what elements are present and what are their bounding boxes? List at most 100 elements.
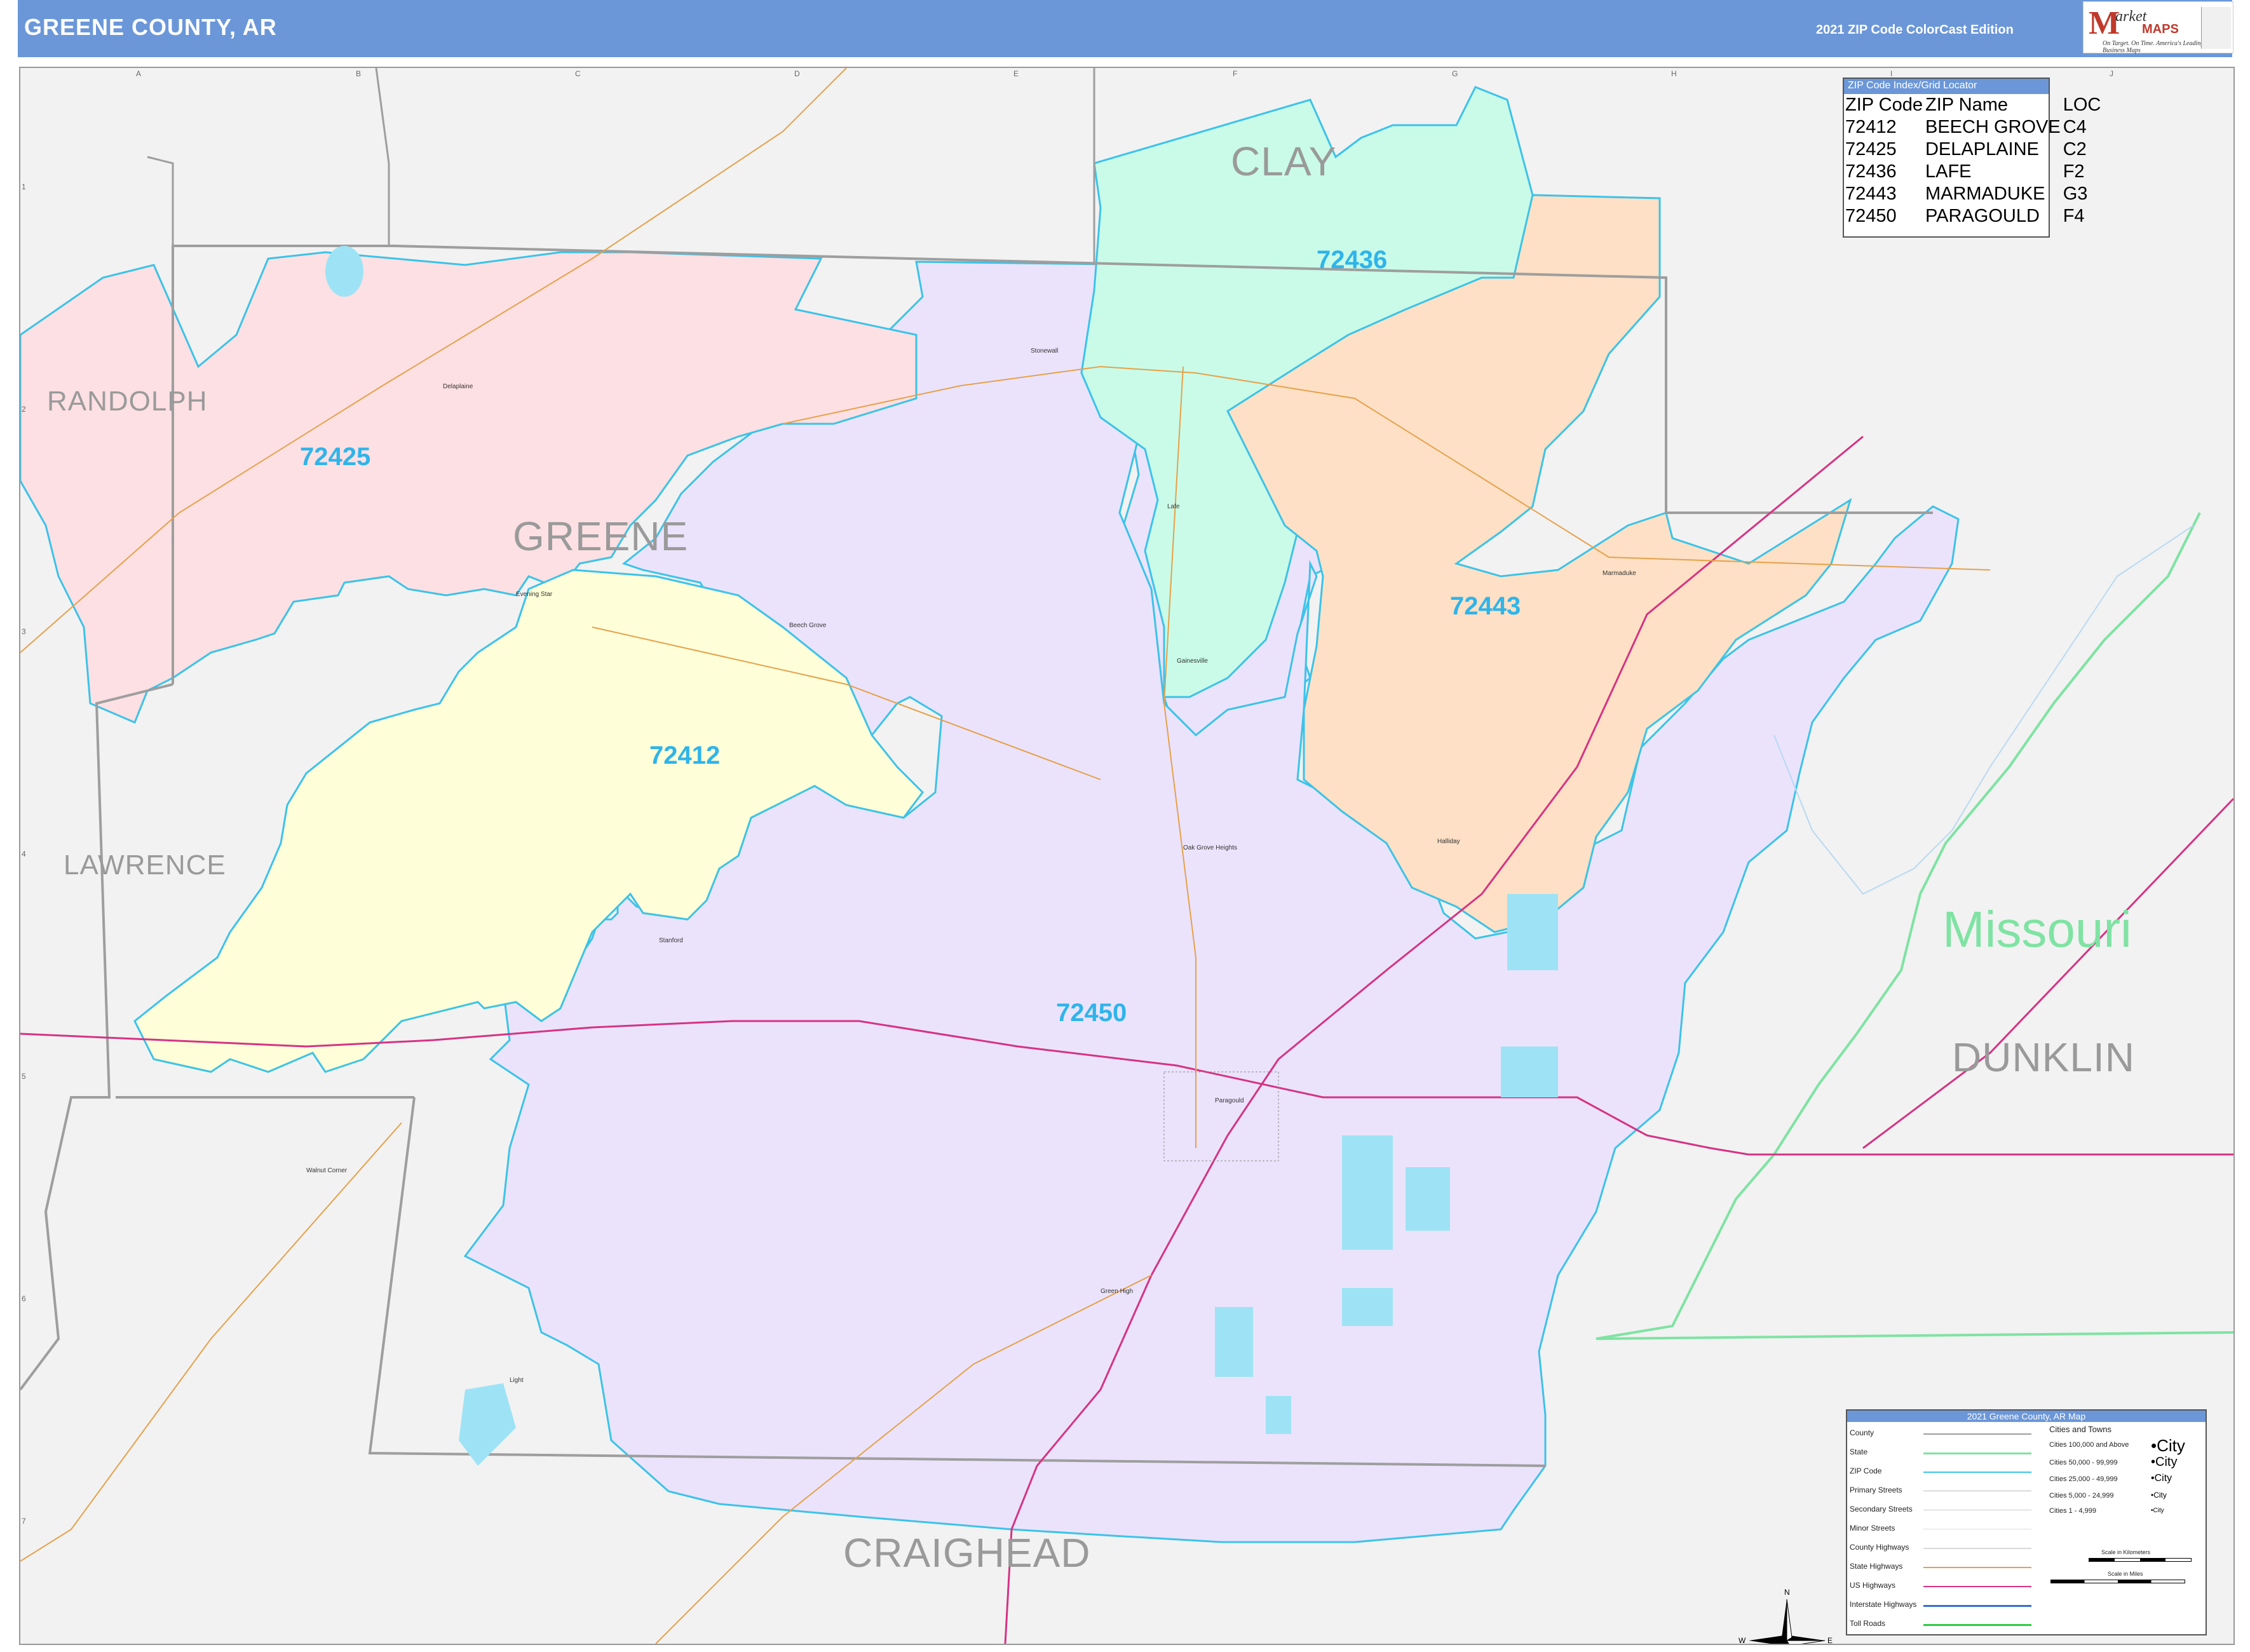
zip-index-grid: ZIP Code ZIP Name LOC 72412 BEECH GROVE …: [1844, 94, 2102, 227]
map-frame: A B C D E F G H I J 1 2 3 4 5 6 7 CLAY G…: [19, 67, 2235, 1645]
county-label-craighead: CRAIGHEAD: [843, 1530, 1091, 1576]
grid-number-6: 6: [22, 1294, 26, 1303]
zip-code-cell: 72443: [1845, 184, 1897, 204]
legend-line-county-hwy: [1923, 1548, 2031, 1549]
county-label-dunklin: DUNKLIN: [1952, 1034, 2135, 1080]
legend-city-dot-1: •City: [2151, 1436, 2185, 1455]
legend-city-tier-1: Cities 100,000 and Above: [2049, 1441, 2129, 1449]
map-title: GREENE COUNTY, AR: [24, 14, 277, 40]
town-label-stonewall: Stonewall: [1031, 348, 1059, 355]
town-label-stanford: Stanford: [659, 937, 683, 944]
legend-toll-roads: Toll Roads: [1850, 1619, 1886, 1628]
county-label-lawrence: LAWRENCE: [64, 850, 226, 881]
zip-index-row: 72425 DELAPLAINE C2: [1844, 139, 2102, 161]
zip-index-header-zip: ZIP Code: [1845, 95, 1923, 115]
state-label-missouri: Missouri: [1942, 901, 2132, 958]
legend-city-tier-5: Cities 1 - 4,999: [2049, 1507, 2096, 1515]
zip-index-header-name: ZIP Name: [1925, 95, 2008, 115]
county-label-randolph: RANDOLPH: [47, 386, 208, 417]
legend-city-tier-2: Cities 50,000 - 99,999: [2049, 1459, 2118, 1466]
grid-number-2: 2: [22, 405, 26, 414]
zip-index-row: 72436 LAFE F2: [1844, 161, 2102, 183]
logo-contact-block: [2201, 7, 2231, 49]
legend-city-tier-4: Cities 5,000 - 24,999: [2049, 1492, 2114, 1500]
market-maps-logo: M arket MAPS On Target. On Time. America…: [2083, 1, 2233, 54]
zip-index-row: 72412 BEECH GROVE C4: [1844, 116, 2102, 139]
zip-label-72412[interactable]: 72412: [649, 741, 720, 770]
legend-secondary-streets: Secondary Streets: [1850, 1505, 1913, 1513]
zip-label-72443[interactable]: 72443: [1450, 592, 1521, 621]
zip-name-cell: BEECH GROVE: [1925, 117, 2061, 137]
legend-city-dot-2: •City: [2151, 1455, 2178, 1469]
town-label-light: Light: [510, 1377, 524, 1384]
county-line-clay: [147, 68, 1095, 265]
legend-zip-code: ZIP Code: [1850, 1466, 1882, 1475]
zip-name-cell: DELAPLAINE: [1925, 139, 2039, 159]
legend-line-state: [1923, 1452, 2031, 1454]
zip-code-cell: 72412: [1845, 117, 1897, 137]
legend-scale-mi-bar: [2050, 1580, 2185, 1583]
zip-name-cell: MARMADUKE: [1925, 184, 2045, 204]
town-label-marmaduke: Marmaduke: [1603, 570, 1636, 577]
town-label-paragould: Paragould: [1215, 1097, 1244, 1104]
zip-label-72425[interactable]: 72425: [300, 443, 370, 471]
grid-letter-h: H: [1671, 69, 1677, 78]
legend-city-dot-5: •City: [2151, 1507, 2164, 1514]
county-label-greene: GREENE: [513, 513, 689, 559]
legend-us-highways: US Highways: [1850, 1581, 1896, 1590]
town-label-halliday: Halliday: [1437, 838, 1460, 845]
grid-letter-d: D: [794, 69, 800, 78]
zip-label-72436[interactable]: 72436: [1317, 246, 1387, 274]
zip-loc-cell: G3: [2063, 184, 2088, 204]
grid-letter-e: E: [1013, 69, 1019, 78]
zip-code-cell: 72436: [1845, 161, 1897, 182]
town-label-evening-star: Evening Star: [516, 591, 553, 598]
legend-line-state-hwy: [1923, 1567, 2031, 1568]
edition-label: 2021 ZIP Code ColorCast Edition: [1816, 23, 2014, 37]
zip-loc-cell: F2: [2063, 161, 2085, 182]
compass-rose: N S E W: [1738, 1588, 1833, 1645]
grid-letter-f: F: [1233, 69, 1238, 78]
zip-index-table: ZIP Code Index/Grid Locator ZIP Code ZIP…: [1843, 78, 2101, 238]
zip-name-cell: LAFE: [1925, 161, 1972, 182]
legend-scale-mi: Scale in Miles: [2108, 1571, 2143, 1577]
zip-loc-cell: F4: [2063, 206, 2085, 226]
compass-w: W: [1738, 1636, 1746, 1645]
grid-number-1: 1: [22, 182, 26, 191]
legend-cities-header: Cities and Towns: [2049, 1425, 2112, 1434]
compass-e: E: [1827, 1636, 1833, 1645]
legend-city-tier-3: Cities 25,000 - 49,999: [2049, 1475, 2118, 1483]
legend-title: 2021 Greene County, AR Map: [1847, 1411, 2206, 1422]
zip-label-72450[interactable]: 72450: [1056, 999, 1127, 1027]
grid-number-4: 4: [22, 850, 26, 858]
zip-code-cell: 72425: [1845, 139, 1897, 159]
county-label-clay: CLAY: [1231, 139, 1337, 184]
zip-loc-cell: C4: [2063, 117, 2087, 137]
town-label-oak-grove-heights: Oak Grove Heights: [1183, 844, 1238, 851]
river: [1773, 525, 2194, 895]
town-label-delaplaine: Delaplaine: [443, 383, 473, 390]
grid-letter-i: I: [1890, 69, 1893, 78]
legend-line-zip: [1923, 1472, 2031, 1473]
zip-index-title: ZIP Code Index/Grid Locator: [1844, 79, 2049, 94]
legend-city-dot-3: •City: [2151, 1473, 2172, 1484]
grid-number-3: 3: [22, 627, 26, 636]
legend-county: County: [1850, 1428, 1874, 1437]
zip-index-row: 72443 MARMADUKE G3: [1844, 183, 2102, 205]
grid-letter-c: C: [575, 69, 581, 78]
legend-county-highways: County Highways: [1850, 1543, 1909, 1552]
legend-scale-km: Scale in Kilometers: [2101, 1549, 2151, 1555]
town-label-lafe: Lafe: [1167, 503, 1180, 510]
logo-maps: MAPS: [2142, 22, 2179, 36]
town-label-green-high: Green High: [1101, 1288, 1134, 1295]
map-canvas: [20, 68, 2233, 1644]
lake: [325, 246, 363, 297]
legend-minor-streets: Minor Streets: [1850, 1524, 1895, 1533]
grid-letter-g: G: [1452, 69, 1458, 78]
town-label-gainesville: Gainesville: [1177, 658, 1208, 665]
compass-n: N: [1784, 1588, 1790, 1597]
map-header: GREENE COUNTY, AR 2021 ZIP Code ColorCas…: [18, 0, 2233, 57]
legend-state-highways: State Highways: [1850, 1562, 1903, 1571]
legend-line-toll: [1923, 1624, 2031, 1626]
legend-state: State: [1850, 1447, 1868, 1456]
